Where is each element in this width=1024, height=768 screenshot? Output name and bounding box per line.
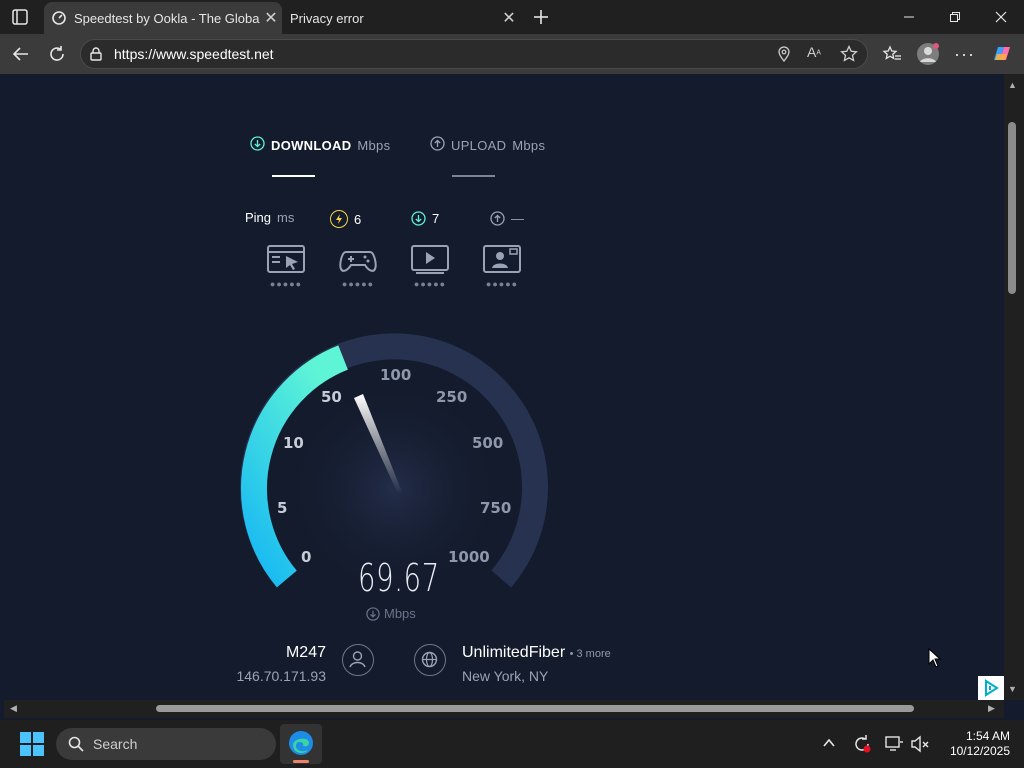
speedtest-favicon-icon [44,10,74,26]
network-icon[interactable] [884,734,904,759]
adchoices-icon[interactable] [978,676,1004,700]
gauge-tick: 5 [277,499,287,517]
browsing-usecase: ●●●●● [266,244,306,289]
download-tab-underline [272,175,315,177]
search-placeholder: Search [93,736,138,752]
upload-label: UPLOAD [451,137,507,153]
url-text: https://www.speedtest.net [114,46,274,62]
gauge-tick: 250 [436,388,467,406]
download-ping-icon [410,210,426,226]
gauge-tick: 10 [283,434,304,452]
site-info-lock-icon[interactable] [88,46,104,67]
lightning-icon [330,210,348,228]
download-unit: Mbps [357,137,391,153]
horizontal-scroll-thumb[interactable] [156,705,914,712]
edge-browser-icon [289,731,313,755]
speed-unit: Mbps [384,606,416,621]
isp-name[interactable]: UnlimitedFiber [462,644,565,661]
upload-unit: Mbps [512,137,546,153]
gaming-usecase: ●●●●● [338,244,378,289]
copilot-icon[interactable] [990,42,1014,71]
clock-date: 10/12/2025 [949,744,1010,758]
profile-avatar[interactable] [916,42,940,71]
host-name: M247 [285,644,326,661]
ping-download: 7 [410,210,439,226]
close-tab-icon[interactable]: ✕ [260,8,282,28]
gauge-tick: 50 [321,388,342,406]
upload-ping-icon [489,210,505,226]
ping-label-group: Ping ms [245,210,294,225]
refresh-button[interactable] [42,40,72,68]
close-tab-icon[interactable]: ✕ [498,8,520,28]
user-icon[interactable] [342,644,374,676]
scroll-down-arrow-icon[interactable]: ▼ [1008,684,1017,694]
isp-location: New York, NY [462,668,549,684]
gauge-tick: 500 [472,434,503,452]
location-icon[interactable] [776,46,792,67]
read-aloud-icon[interactable]: Aᴬ [807,44,821,60]
show-hidden-icons-chevron-icon[interactable] [822,736,836,755]
download-label: DOWNLOAD [271,137,352,153]
restore-button[interactable] [932,0,978,34]
mouse-cursor-icon [928,648,942,668]
favorite-star-icon[interactable] [840,44,858,68]
upload-tab-underline [452,175,495,177]
download-unit-icon [366,606,380,621]
tab-title: Privacy error [290,10,364,26]
video-call-usecase: ●●●●● [482,244,522,289]
upload-arrow-icon [430,136,445,154]
tab-speedtest[interactable]: Speedtest by Ookla - The Global B ✕ [44,2,282,34]
scroll-right-arrow-icon[interactable]: ▶ [988,703,995,714]
minimize-button[interactable] [886,0,932,34]
host-ip: 146.70.171.93 [236,668,326,684]
tab-title: Speedtest by Ookla - The Global B [74,10,260,26]
isp-more-link[interactable]: • 3 more [570,648,611,660]
volume-muted-icon[interactable] [910,734,930,759]
gauge-tick: 100 [380,366,411,384]
isp-info: UnlimitedFiber • 3 more New York, NY [462,644,611,684]
ping-idle: 6 [330,210,361,228]
sync-alert-icon[interactable] [852,734,872,759]
video-play-icon [411,245,449,274]
gamepad-icon [339,251,377,272]
download-tab[interactable]: DOWNLOAD Mbps [250,136,390,154]
ping-upload: — [489,210,524,226]
video-call-icon [483,245,521,273]
tab-privacy-error[interactable]: Privacy error ✕ [282,2,520,34]
download-arrow-icon [250,136,265,154]
clock-time: 1:54 AM [965,729,1010,743]
close-window-button[interactable] [978,0,1024,34]
speed-unit-group: Mbps [366,606,416,621]
windows-start-icon[interactable] [20,732,44,761]
tab-actions-icon[interactable] [8,6,32,28]
upload-tab[interactable]: UPLOAD Mbps [430,136,545,154]
scroll-left-arrow-icon[interactable]: ◀ [10,703,17,714]
search-icon [68,736,84,757]
gauge-tick: 0 [301,548,311,566]
ping-idle-value: 6 [354,211,362,227]
speed-value: 69.67 [358,556,440,600]
ping-down-value: 7 [432,210,440,226]
gauge-tick: 750 [480,499,511,517]
back-button[interactable] [6,40,36,68]
favorites-icon[interactable] [882,45,902,68]
taskbar-search[interactable] [56,728,276,760]
taskbar-edge-button[interactable] [280,724,322,764]
vertical-scroll-thumb[interactable] [1008,122,1016,294]
host-info: M247 146.70.171.93 [226,644,326,684]
web-browsing-icon [267,245,305,273]
scroll-up-arrow-icon[interactable]: ▲ [1008,80,1017,90]
globe-icon[interactable] [414,644,446,676]
ping-up-value: — [511,210,524,226]
streaming-usecase: ●●●●● [410,244,450,289]
new-tab-button[interactable] [528,4,554,30]
ping-unit: ms [277,210,295,225]
gauge-tick: 1000 [448,548,490,566]
more-options-icon[interactable]: ··· [954,44,975,65]
taskbar-clock[interactable]: 1:54 AM 10/12/2025 [930,729,1010,759]
ping-label: Ping [245,210,272,225]
